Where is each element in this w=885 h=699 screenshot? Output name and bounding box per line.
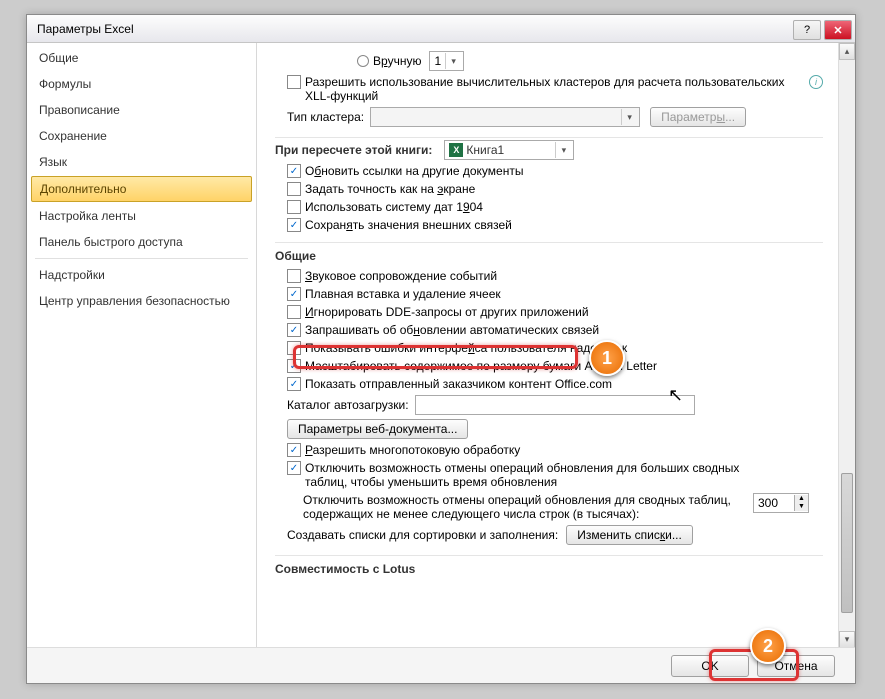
chk-ext-refs-label: Сохранять значения внешних связей	[305, 218, 512, 232]
category-sidebar: Общие Формулы Правописание Сохранение Яз…	[27, 43, 257, 648]
chk-undo-large-label: Отключить возможность отмены операций об…	[305, 461, 775, 489]
chk-office-content-label: Показать отправленный заказчиком контент…	[305, 377, 612, 391]
dialog-button-row: OK Отмена	[27, 647, 855, 683]
chk-addin-errors-label: Показывать ошибки интерфейса пользовател…	[305, 341, 627, 355]
chk-update-links-label: Обновить ссылки на другие документы	[305, 164, 523, 178]
chk-clusters-label: Разрешить использование вычислительных к…	[305, 75, 809, 103]
chk-precision[interactable]	[287, 182, 301, 196]
nav-addins[interactable]: Надстройки	[27, 262, 256, 288]
startup-dir-input[interactable]	[415, 395, 695, 415]
chk-precision-label: Задать точность как на экране	[305, 182, 475, 196]
manual-value[interactable]: 1 ▾	[429, 51, 464, 71]
info-icon[interactable]: i	[809, 75, 823, 89]
annotation-callout-1: 1	[589, 340, 625, 376]
nav-proofing[interactable]: Правописание	[27, 97, 256, 123]
spin-down-icon[interactable]: ▼	[795, 503, 808, 511]
section-lotus: Совместимость с Lotus	[275, 555, 823, 580]
chk-ignore-dde-label: Игнорировать DDE-запросы от других прило…	[305, 305, 589, 319]
chk-smooth-label: Плавная вставка и удаление ячеек	[305, 287, 501, 301]
spin-up-icon[interactable]: ▲	[795, 495, 808, 503]
chk-office-content[interactable]	[287, 377, 301, 391]
section-general: Общие	[275, 242, 823, 267]
content-pane: Вручную 1 ▾ Разрешить использование вычи…	[257, 43, 855, 648]
excel-options-dialog: Параметры Excel ? ✕ Общие Формулы Правоп…	[26, 14, 856, 684]
radio-manual[interactable]	[357, 55, 369, 67]
chk-addin-errors[interactable]	[287, 341, 301, 355]
chk-update-links[interactable]	[287, 164, 301, 178]
edit-lists-button[interactable]: Изменить списки...	[566, 525, 693, 545]
scroll-down-icon[interactable]: ▾	[839, 631, 855, 648]
cluster-type-dropdown[interactable]: ▾	[370, 107, 640, 127]
chk-ext-refs[interactable]	[287, 218, 301, 232]
chk-sound[interactable]	[287, 269, 301, 283]
cluster-type-label: Тип кластера:	[287, 110, 364, 124]
rows-input[interactable]	[754, 496, 794, 510]
ok-button[interactable]: OK	[671, 655, 749, 677]
chk-ignore-dde[interactable]	[287, 305, 301, 319]
workbook-dropdown[interactable]: X Книга1 ▾	[444, 140, 574, 160]
chk-multithread[interactable]	[287, 443, 301, 457]
rows-spinner[interactable]: ▲▼	[753, 493, 809, 513]
chk-ask-update[interactable]	[287, 323, 301, 337]
radio-manual-label: Вручную	[373, 54, 421, 68]
chk-undo-large[interactable]	[287, 461, 301, 475]
close-button[interactable]: ✕	[824, 20, 852, 40]
dialog-title: Параметры Excel	[37, 22, 134, 36]
annotation-callout-2: 2	[750, 628, 786, 664]
nav-language[interactable]: Язык	[27, 149, 256, 175]
chk-scale-a4[interactable]	[287, 359, 301, 373]
chk-sound-label: Звуковое сопровождение событий	[305, 269, 497, 283]
nav-general[interactable]: Общие	[27, 45, 256, 71]
nav-advanced[interactable]: Дополнительно	[31, 176, 252, 202]
nav-qat[interactable]: Панель быстрого доступа	[27, 229, 256, 255]
web-params-button[interactable]: Параметры веб-документа...	[287, 419, 468, 439]
chk-1904[interactable]	[287, 200, 301, 214]
chevron-down-icon: ▾	[555, 142, 571, 158]
titlebar[interactable]: Параметры Excel ? ✕	[27, 15, 855, 43]
cluster-params-button[interactable]: Параметры...	[650, 107, 746, 127]
section-recalc: При пересчете этой книги: X Книга1 ▾	[275, 137, 823, 162]
excel-icon: X	[449, 143, 463, 157]
nav-ribbon[interactable]: Настройка ленты	[27, 203, 256, 229]
chk-smooth[interactable]	[287, 287, 301, 301]
nav-formulas[interactable]: Формулы	[27, 71, 256, 97]
scroll-thumb[interactable]	[841, 473, 853, 613]
chk-clusters[interactable]	[287, 75, 301, 89]
vertical-scrollbar[interactable]: ▴ ▾	[838, 43, 855, 648]
chevron-down-icon: ▾	[621, 109, 637, 125]
nav-trust[interactable]: Центр управления безопасностью	[27, 288, 256, 314]
chk-multithread-label: Разрешить многопотоковую обработку	[305, 443, 520, 457]
startup-dir-label: Каталог автозагрузки:	[287, 398, 409, 412]
chk-ask-update-label: Запрашивать об обновлении автоматических…	[305, 323, 599, 337]
chk-1904-label: Использовать систему дат 1904	[305, 200, 483, 214]
chevron-down-icon: ▾	[445, 53, 461, 69]
scroll-up-icon[interactable]: ▴	[839, 43, 855, 60]
nav-save[interactable]: Сохранение	[27, 123, 256, 149]
create-lists-label: Создавать списки для сортировки и заполн…	[287, 528, 558, 542]
undo-rows-label: Отключить возможность отмены операций об…	[303, 493, 743, 521]
help-button[interactable]: ?	[793, 20, 821, 40]
